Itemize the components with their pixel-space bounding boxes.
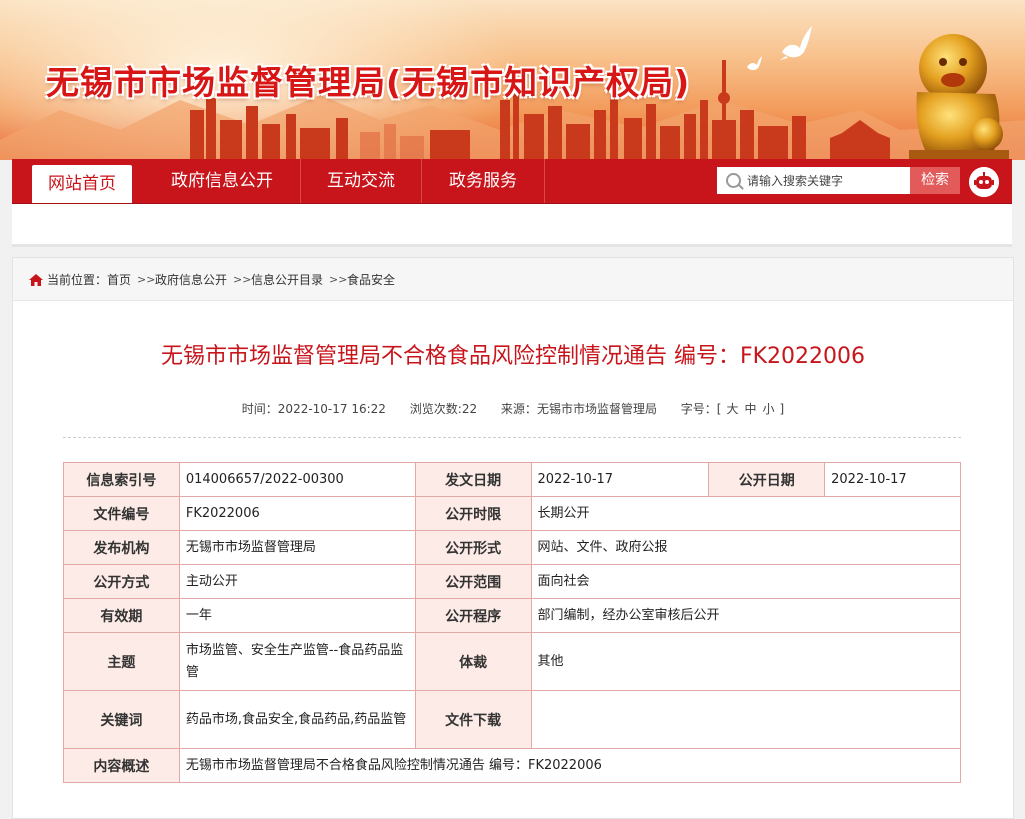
site-title: 无锡市市场监督管理局(无锡市知识产权局) xyxy=(46,63,691,102)
table-row: 公开方式 主动公开 公开范围 面向社会 xyxy=(63,564,961,599)
table-row: 信息索引号 014006657/2022-00300 发文日期 2022-10-… xyxy=(63,462,961,497)
validity-label: 有效期 xyxy=(63,598,180,633)
summary-value: 无锡市市场监督管理局不合格食品风险控制情况通告 编号：FK2022006 xyxy=(178,748,962,783)
scope-label: 公开范围 xyxy=(414,564,532,599)
breadcrumb-item-food-safety[interactable]: 食品安全 xyxy=(347,258,395,302)
download-value[interactable] xyxy=(530,690,961,749)
org-value: 无锡市市场监督管理局 xyxy=(178,530,416,565)
keywords-value: 药品市场,食品安全,食品药品,药品监管 xyxy=(178,690,416,749)
home-icon xyxy=(29,274,43,286)
breadcrumb-item-gov-info[interactable]: 政府信息公开 xyxy=(155,258,227,302)
search-icon xyxy=(726,173,741,188)
issue-date-label: 发文日期 xyxy=(414,462,532,497)
breadcrumb-prefix: 当前位置： xyxy=(47,273,108,287)
search-input[interactable] xyxy=(747,167,905,194)
topic-value: 市场监管、安全生产监管--食品药品监管 xyxy=(178,632,416,691)
publish-time: 时间：2022-10-17 16:22 xyxy=(241,402,386,416)
search-button[interactable]: 检索 xyxy=(910,167,960,194)
article-source: 来源：无锡市市场监督管理局 xyxy=(500,402,657,416)
download-label: 文件下载 xyxy=(414,690,532,749)
article-title: 无锡市市场监督管理局不合格食品风险控制情况通告 编号：FK2022006 xyxy=(160,344,866,369)
table-row: 主题 市场监管、安全生产监管--食品药品监管 体裁 其他 xyxy=(63,632,961,691)
form-value: 网站、文件、政府公报 xyxy=(530,530,961,565)
form-label: 公开形式 xyxy=(414,530,532,565)
dove-small-icon xyxy=(747,56,762,71)
table-row: 内容概述 无锡市市场监督管理局不合格食品风险控制情况通告 编号：FK202200… xyxy=(63,748,962,783)
summary-label: 内容概述 xyxy=(63,748,180,783)
genre-label: 体裁 xyxy=(414,632,532,691)
table-row: 关键词 药品市场,食品安全,食品药品,药品监管 文件下载 xyxy=(63,690,961,749)
doc-no-label: 文件编号 xyxy=(63,496,180,531)
sub-nav-bar xyxy=(12,204,1012,247)
method-label: 公开方式 xyxy=(63,564,180,599)
doc-no-value: FK2022006 xyxy=(178,496,416,531)
nav-item-gov-info[interactable]: 政府信息公开 xyxy=(144,159,301,203)
genre-value: 其他 xyxy=(530,632,961,691)
procedure-value: 部门编制，经办公室审核后公开 xyxy=(530,598,961,633)
font-size-medium-button[interactable]: 中 xyxy=(745,402,757,416)
time-limit-value: 长期公开 xyxy=(530,496,961,531)
view-count: 浏览次数:22 xyxy=(409,402,478,416)
time-limit-label: 公开时限 xyxy=(414,496,532,531)
main-nav: 网站首页 政府信息公开 互动交流 政务服务 检索 xyxy=(12,159,1012,204)
stone-lion-illustration xyxy=(909,34,1009,160)
table-row: 文件编号 FK2022006 公开时限 长期公开 xyxy=(63,496,961,531)
procedure-label: 公开程序 xyxy=(414,598,532,633)
table-row: 发布机构 无锡市市场监督管理局 公开形式 网站、文件、政府公报 xyxy=(63,530,961,565)
nav-item-services[interactable]: 政务服务 xyxy=(422,159,545,203)
nav-item-home[interactable]: 网站首页 xyxy=(32,165,132,203)
content-panel: 当前位置： 首页 >> 政府信息公开 >> 信息公开目录 >> 食品安全 无锡市… xyxy=(12,257,1014,819)
org-label: 发布机构 xyxy=(63,530,180,565)
keywords-label: 关键词 xyxy=(63,690,180,749)
breadcrumb-separator: >> xyxy=(137,273,156,286)
method-value: 主动公开 xyxy=(178,564,416,599)
table-row: 有效期 一年 公开程序 部门编制，经办公室审核后公开 xyxy=(63,598,961,633)
issue-date-value: 2022-10-17 xyxy=(530,462,710,497)
font-size-large-button[interactable]: 大 xyxy=(726,402,738,416)
robot-icon[interactable] xyxy=(969,167,999,197)
divider xyxy=(63,437,961,438)
font-size-small-button[interactable]: 小 xyxy=(763,402,775,416)
search-box xyxy=(717,167,910,194)
breadcrumb: 当前位置： 首页 >> 政府信息公开 >> 信息公开目录 >> 食品安全 xyxy=(13,258,1013,301)
scope-value: 面向社会 xyxy=(530,564,961,599)
publish-date-value: 2022-10-17 xyxy=(824,462,961,497)
breadcrumb-item-home[interactable]: 首页 xyxy=(107,258,131,302)
breadcrumb-separator: >> xyxy=(329,273,348,286)
info-table: 信息索引号 014006657/2022-00300 发文日期 2022-10-… xyxy=(63,462,962,783)
validity-value: 一年 xyxy=(178,598,416,633)
article-meta: 时间：2022-10-17 16:22 浏览次数:22 来源：无锡市市场监督管理… xyxy=(13,400,1013,417)
publish-date-label: 公开日期 xyxy=(708,462,826,497)
topic-label: 主题 xyxy=(63,632,180,691)
nav-item-interaction[interactable]: 互动交流 xyxy=(301,159,422,203)
header-banner: 无锡市市场监督管理局(无锡市知识产权局) xyxy=(0,0,1025,160)
breadcrumb-item-catalog[interactable]: 信息公开目录 xyxy=(251,258,323,302)
dove-icon xyxy=(780,26,812,60)
index-no-value: 014006657/2022-00300 xyxy=(178,462,416,497)
font-size-control: 字号：[大中小] xyxy=(680,402,785,416)
breadcrumb-separator: >> xyxy=(233,273,252,286)
index-no-label: 信息索引号 xyxy=(63,462,180,497)
